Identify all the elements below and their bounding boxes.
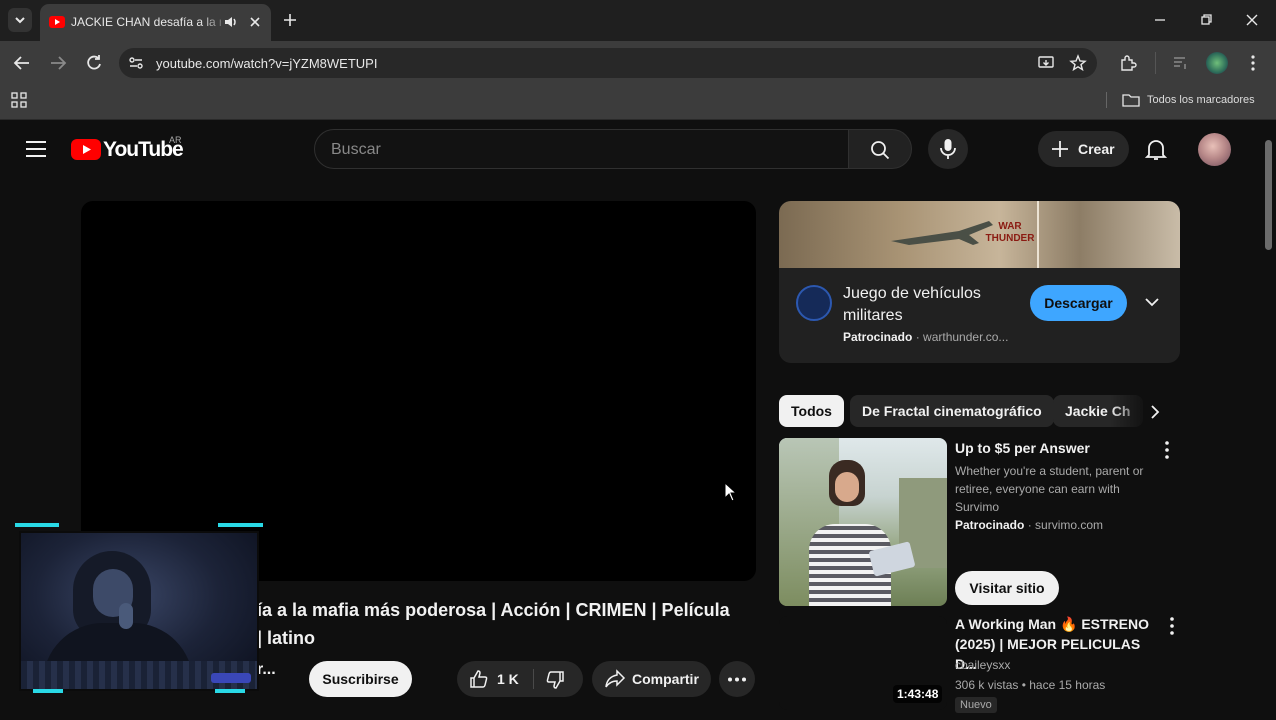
forward-icon[interactable] [48, 54, 68, 72]
browser-tab-strip: JACKIE CHAN desafía a la mafia [0, 0, 1276, 41]
rec-description: Whether you're a student, parent or reti… [955, 464, 1144, 514]
ad-title[interactable]: Juego de vehículos militares [843, 283, 1013, 327]
mouse-cursor-icon [724, 482, 738, 502]
sponsored-thumbnail[interactable] [779, 438, 947, 606]
more-horizontal-icon [728, 677, 746, 682]
back-icon[interactable] [12, 54, 32, 72]
advertiser-logo[interactable] [796, 285, 832, 321]
jet-illustration [891, 221, 993, 245]
rec-channel[interactable]: cbaileysxx [955, 656, 1010, 674]
share-button[interactable]: Compartir [592, 661, 711, 697]
youtube-play-logo-icon [71, 139, 101, 160]
video-duration: 1:43:48 [893, 685, 943, 703]
install-app-icon[interactable] [1037, 54, 1055, 72]
hamburger-menu-icon[interactable] [25, 139, 47, 159]
create-button[interactable]: Crear [1038, 131, 1129, 167]
all-bookmarks-label[interactable]: Todos los marcadores [1147, 94, 1255, 106]
notifications-bell-icon[interactable] [1145, 138, 1167, 162]
voice-search-button[interactable] [928, 129, 968, 169]
chevron-down-icon [15, 17, 25, 24]
menu-dots-icon[interactable] [1244, 54, 1262, 72]
sponsored-ad-card[interactable]: WAR THUNDER Juego de vehículos militares… [779, 201, 1180, 363]
search-box[interactable] [314, 129, 849, 169]
new-badge: Nuevo [955, 697, 997, 713]
bookmark-star-icon[interactable] [1069, 54, 1087, 72]
country-code: AR [169, 135, 182, 145]
sponsored-label: Patrocinado [843, 330, 913, 344]
scrollbar-thumb[interactable] [1265, 140, 1272, 250]
thumbs-up-icon [470, 670, 488, 688]
like-count: 1 K [497, 671, 519, 687]
rec-stats: 306 k vistas • hace 15 horas [955, 678, 1106, 692]
folder-icon [1122, 94, 1140, 107]
webcam-overlay [15, 523, 263, 695]
share-arrow-icon [605, 669, 626, 688]
reload-icon[interactable] [84, 53, 104, 73]
visit-site-button[interactable]: Visitar sitio [955, 571, 1059, 605]
tab-search-button[interactable] [8, 8, 32, 32]
rec-domain: survimo.com [1035, 518, 1104, 532]
chevron-down-icon[interactable] [1143, 293, 1161, 311]
subscribe-button[interactable]: Suscribirse [309, 661, 412, 697]
search-button[interactable] [848, 129, 912, 169]
dislike-button[interactable] [534, 661, 583, 697]
profile-icon[interactable] [1206, 52, 1228, 74]
url-text[interactable]: youtube.com/watch?v=jYZM8WETUPI [156, 56, 377, 71]
rec-title[interactable]: Up to $5 per Answer [955, 438, 1145, 458]
chip-channel[interactable]: De Fractal cinematográfico [850, 395, 1054, 427]
site-info-icon[interactable] [127, 54, 145, 72]
tab-title: JACKIE CHAN desafía a la mafia [71, 15, 221, 29]
youtube-logo[interactable]: YouTube AR [71, 135, 191, 165]
microphone-icon [940, 139, 956, 159]
media-control-icon[interactable] [1172, 55, 1190, 71]
plus-icon [1052, 141, 1068, 157]
sponsored-label: Patrocinado [955, 518, 1025, 532]
more-vertical-icon[interactable] [1162, 614, 1182, 638]
video-title: ía a la mafia más poderosa | Acción | CR… [257, 600, 730, 648]
ad-domain: warthunder.co... [923, 330, 1009, 344]
webcam-feed [21, 533, 257, 689]
bookmarks-bar [0, 85, 1276, 120]
more-actions-button[interactable] [719, 661, 755, 697]
close-tab-icon[interactable] [247, 14, 263, 30]
avatar[interactable] [1198, 133, 1231, 166]
download-button[interactable]: Descargar [1030, 285, 1127, 321]
youtube-favicon-icon [49, 16, 65, 28]
extensions-icon[interactable] [1119, 54, 1137, 72]
chip-all[interactable]: Todos [779, 395, 844, 427]
new-tab-icon[interactable] [282, 12, 298, 28]
browser-tab-active[interactable]: JACKIE CHAN desafía a la mafia [40, 4, 271, 41]
close-window-icon[interactable] [1244, 12, 1260, 28]
restore-icon[interactable] [1198, 12, 1214, 28]
like-button[interactable]: 1 K [457, 661, 533, 697]
speaker-icon[interactable] [223, 14, 239, 30]
thumbs-down-icon [546, 671, 564, 689]
ad-banner-logo: WAR THUNDER [985, 221, 1035, 244]
like-dislike-group: 1 K [457, 661, 583, 697]
ad-banner-image[interactable]: WAR THUNDER [779, 201, 1180, 268]
search-icon [871, 141, 890, 160]
chevron-right-icon[interactable] [1146, 403, 1164, 421]
apps-grid-icon[interactable] [11, 92, 27, 108]
more-vertical-icon[interactable] [1157, 438, 1177, 462]
minimize-icon[interactable] [1152, 12, 1168, 28]
search-input[interactable] [331, 139, 831, 161]
